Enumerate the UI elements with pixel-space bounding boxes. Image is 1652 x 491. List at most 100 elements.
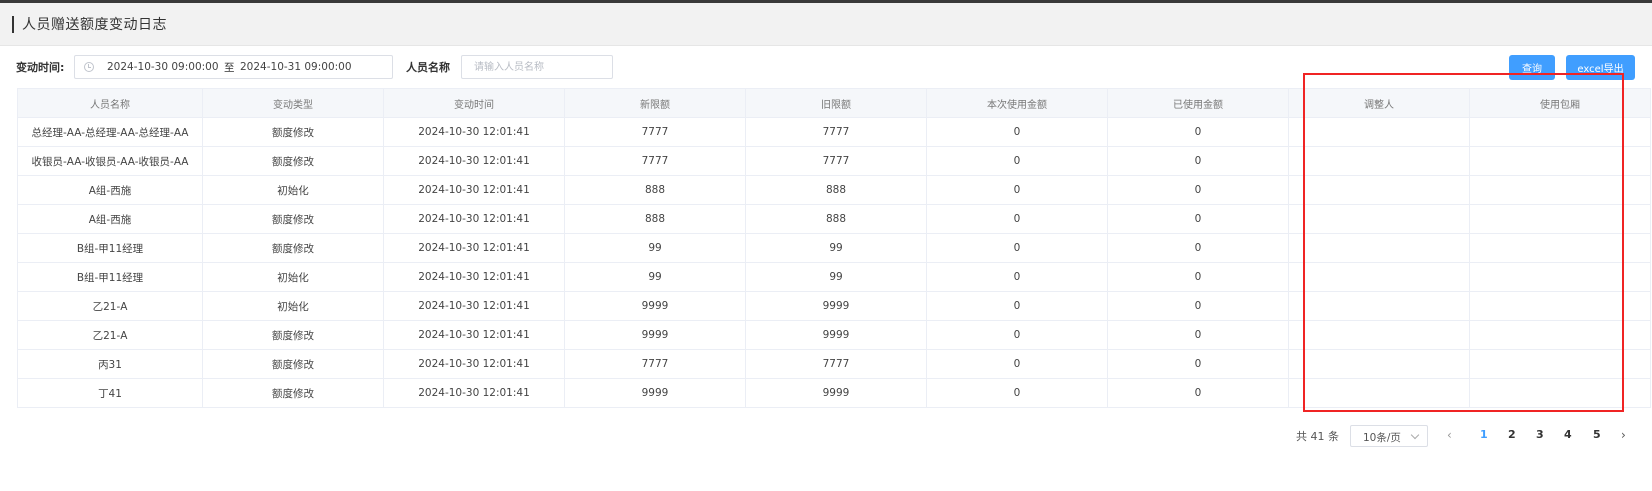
table-cell: 0 <box>926 204 1108 234</box>
table-cell: 2024-10-30 12:01:41 <box>383 204 565 234</box>
table-cell: 初始化 <box>202 291 384 321</box>
table-cell: A组-西施 <box>17 204 203 234</box>
clock-icon <box>84 62 94 72</box>
table-cell <box>1288 146 1470 176</box>
chevron-down-icon <box>1410 430 1420 440</box>
table-cell: 99 <box>745 233 927 263</box>
table-cell: A组-西施 <box>17 175 203 205</box>
table-cell: 2024-10-30 12:01:41 <box>383 349 565 379</box>
table-cell: 乙21-A <box>17 320 203 350</box>
table-cell: 乙21-A <box>17 291 203 321</box>
table-cell: 7777 <box>564 146 746 176</box>
table-row: 丁41 额度修改 2024-10-30 12:01:41 9999 9999 0 0 <box>17 378 1651 408</box>
table-cell <box>1469 204 1651 234</box>
table-cell: 7777 <box>745 117 927 147</box>
table-cell <box>1288 378 1470 408</box>
table-cell <box>1469 117 1651 147</box>
table-cell: 初始化 <box>202 262 384 292</box>
column-header: 变动类型 <box>202 88 384 118</box>
change-time-label: 变动时间: <box>16 61 65 74</box>
table-cell <box>1288 320 1470 350</box>
table-cell: 0 <box>926 146 1108 176</box>
table-cell: 0 <box>1107 146 1289 176</box>
table-cell: 额度修改 <box>202 117 384 147</box>
table-cell <box>1288 117 1470 147</box>
table-cell: 0 <box>1107 175 1289 205</box>
table-cell: 9999 <box>745 378 927 408</box>
table-cell: 0 <box>926 175 1108 205</box>
table-cell: 收银员-AA-收银员-AA-收银员-AA <box>17 146 203 176</box>
table-cell: 额度修改 <box>202 204 384 234</box>
excel-export-button[interactable]: excel导出 <box>1566 55 1635 80</box>
table-cell: 0 <box>926 233 1108 263</box>
table-cell <box>1288 204 1470 234</box>
table-cell: 2024-10-30 12:01:41 <box>383 146 565 176</box>
table-cell: 2024-10-30 12:01:41 <box>383 291 565 321</box>
table-cell <box>1469 291 1651 321</box>
table-cell: 0 <box>1107 117 1289 147</box>
page-size-select[interactable]: 10条/页 <box>1350 425 1428 447</box>
page-number-5[interactable]: 5 <box>1593 428 1601 441</box>
column-header: 旧限额 <box>745 88 927 118</box>
table-cell: 0 <box>926 291 1108 321</box>
table-cell: 9999 <box>745 291 927 321</box>
total-count: 共 41 条 <box>1296 430 1339 443</box>
table-cell: 2024-10-30 12:01:41 <box>383 378 565 408</box>
table-cell <box>1288 175 1470 205</box>
next-page-button[interactable]: › <box>1621 428 1626 442</box>
end-date-value[interactable]: 2024-10-31 09:00:00 <box>240 61 352 73</box>
column-header: 使用包厢 <box>1469 88 1651 118</box>
table-cell: 9999 <box>564 378 746 408</box>
table-cell: 0 <box>926 349 1108 379</box>
column-header: 调整人 <box>1288 88 1470 118</box>
page-number-2[interactable]: 2 <box>1508 428 1516 441</box>
table-row: 总经理-AA-总经理-AA-总经理-AA 额度修改 2024-10-30 12:01… <box>17 117 1651 147</box>
start-date-value[interactable]: 2024-10-30 09:00:00 <box>107 61 219 73</box>
page-number-3[interactable]: 3 <box>1536 428 1544 441</box>
table-cell: B组-甲11经理 <box>17 233 203 263</box>
table-row: 乙21-A 初始化 2024-10-30 12:01:41 9999 9999 0 0 <box>17 291 1651 321</box>
table-cell <box>1469 349 1651 379</box>
prev-page-button[interactable]: ‹ <box>1447 428 1452 442</box>
column-header: 变动时间 <box>383 88 565 118</box>
table-body: 总经理-AA-总经理-AA-总经理-AA 额度修改 2024-10-30 12:01… <box>17 117 1651 408</box>
table-cell: 0 <box>1107 233 1289 263</box>
person-name-input[interactable] <box>461 55 613 79</box>
title-accent-bar <box>12 16 14 33</box>
query-button[interactable]: 查询 <box>1509 55 1555 80</box>
table-row: 收银员-AA-收银员-AA-收银员-AA 额度修改 2024-10-30 12:01… <box>17 146 1651 176</box>
table-cell: 额度修改 <box>202 233 384 263</box>
page-number-4[interactable]: 4 <box>1564 428 1572 441</box>
page-title: 人员赠送额度变动日志 <box>22 17 167 33</box>
table-cell: 0 <box>926 320 1108 350</box>
table-cell: 2024-10-30 12:01:41 <box>383 175 565 205</box>
table-row: B组-甲11经理 额度修改 2024-10-30 12:01:41 99 99 0 0 <box>17 233 1651 263</box>
table-cell: 0 <box>1107 378 1289 408</box>
table-row: A组-西施 初始化 2024-10-30 12:01:41 888 888 0 0 <box>17 175 1651 205</box>
table-cell <box>1288 262 1470 292</box>
column-header: 人员名称 <box>17 88 203 118</box>
column-header: 本次使用金额 <box>926 88 1108 118</box>
table-cell: 初始化 <box>202 175 384 205</box>
table-cell <box>1469 233 1651 263</box>
table-cell: 2024-10-30 12:01:41 <box>383 233 565 263</box>
table-cell: 2024-10-30 12:01:41 <box>383 320 565 350</box>
page-number-1[interactable]: 1 <box>1480 428 1488 441</box>
column-header: 已使用金额 <box>1107 88 1289 118</box>
table-cell: 0 <box>926 262 1108 292</box>
table-cell: 9999 <box>564 291 746 321</box>
table-cell: 0 <box>1107 262 1289 292</box>
table-cell <box>1288 233 1470 263</box>
quota-change-table: 人员名称 变动类型 变动时间 新限额 旧限额 本次使用金额 已使用金额 调整人 使用包厢 总经理… <box>17 88 1651 408</box>
person-name-label: 人员名称 <box>406 61 450 74</box>
table-cell: 0 <box>1107 349 1289 379</box>
table-cell: 9999 <box>745 320 927 350</box>
range-separator: 至 <box>224 62 235 74</box>
table-cell: 99 <box>564 233 746 263</box>
table-cell: 7777 <box>564 117 746 147</box>
date-range-picker[interactable]: 2024-10-30 09:00:00 至 2024-10-31 09:00:0… <box>74 55 393 79</box>
table-cell: 888 <box>564 204 746 234</box>
table-cell: 888 <box>745 175 927 205</box>
table-cell: 888 <box>564 175 746 205</box>
table-row: 丙31 额度修改 2024-10-30 12:01:41 7777 7777 0 0 <box>17 349 1651 379</box>
